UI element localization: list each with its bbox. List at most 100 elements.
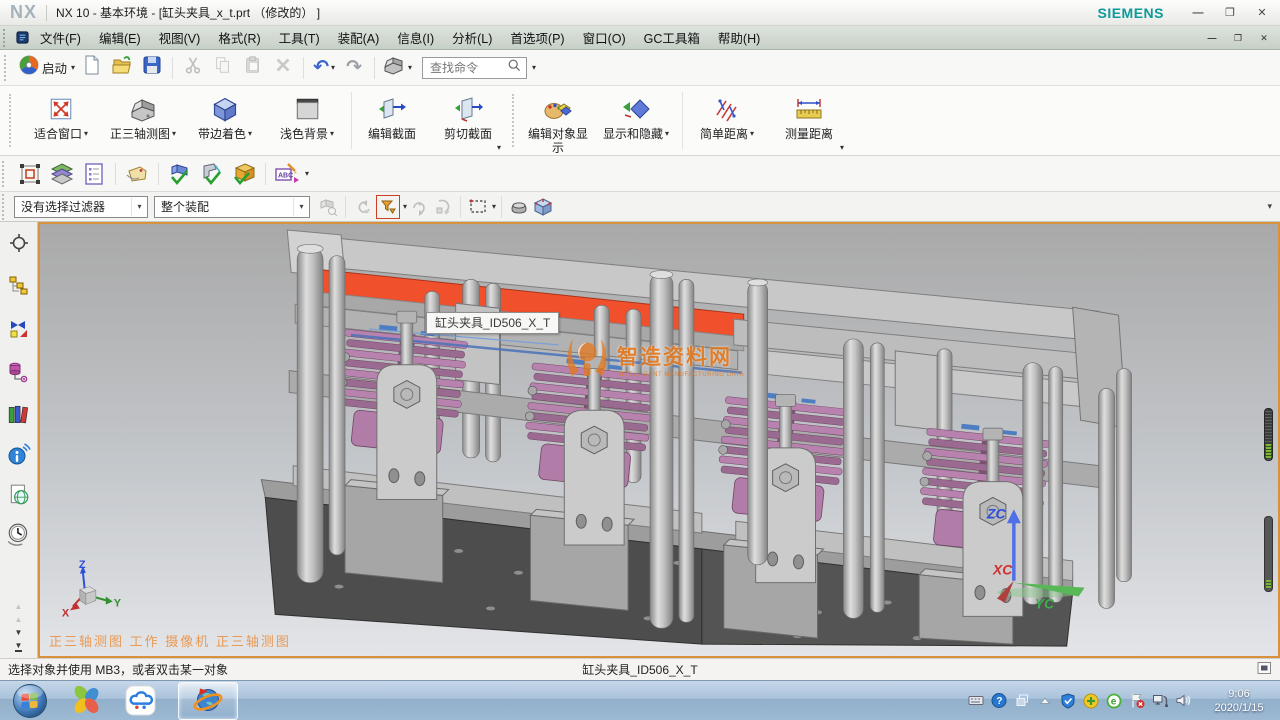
hd3d-info-icon[interactable] bbox=[6, 442, 32, 468]
snap-point-button[interactable] bbox=[17, 161, 43, 187]
web-browser-icon[interactable] bbox=[6, 482, 32, 508]
menu-item-gc-toolbox[interactable]: GC工具箱 bbox=[635, 25, 709, 50]
part-navigator-icon[interactable] bbox=[6, 359, 32, 385]
light-background-button[interactable]: 浅色背景 bbox=[266, 86, 348, 155]
select-in-assembly-button[interactable] bbox=[317, 196, 339, 218]
shaded-with-edges-button[interactable]: 带边着色 bbox=[184, 86, 266, 155]
menu-item-assemblies[interactable]: 装配(A) bbox=[329, 25, 389, 50]
rotate-filter-button[interactable] bbox=[408, 196, 430, 218]
window-tile-icon[interactable] bbox=[1257, 661, 1272, 678]
open-file-button[interactable] bbox=[109, 54, 135, 82]
toolbar-grip[interactable] bbox=[2, 194, 8, 220]
pick-filter-button[interactable] bbox=[432, 196, 454, 218]
work-section-cube-button[interactable] bbox=[532, 196, 554, 218]
close-button[interactable] bbox=[1254, 5, 1270, 21]
reuse-library-icon[interactable] bbox=[6, 402, 32, 428]
simple-distance-button[interactable]: 简单距离 bbox=[686, 86, 768, 155]
save-button[interactable] bbox=[139, 54, 165, 82]
verify-angle-button[interactable] bbox=[199, 161, 225, 187]
menu-item-file[interactable]: 文件(F) bbox=[31, 25, 90, 50]
antivirus-icon[interactable] bbox=[1083, 693, 1099, 709]
start-button[interactable]: 启动 bbox=[18, 54, 75, 82]
toolbar-grip[interactable] bbox=[9, 94, 15, 147]
search-input[interactable] bbox=[428, 60, 506, 76]
restore-button[interactable] bbox=[1222, 5, 1238, 21]
assembly-navigator-icon[interactable] bbox=[6, 273, 32, 299]
menu-item-window[interactable]: 窗口(O) bbox=[574, 25, 635, 50]
delete-button[interactable] bbox=[270, 54, 296, 82]
toolbar-grip[interactable] bbox=[4, 55, 10, 81]
toolbar-grip[interactable] bbox=[2, 161, 8, 187]
toolbar-grip[interactable] bbox=[512, 94, 518, 147]
scroll-bottom-icon[interactable]: ▼ bbox=[15, 642, 23, 652]
pinned-app-netdisk[interactable] bbox=[125, 685, 156, 716]
menu-item-edit[interactable]: 编辑(E) bbox=[90, 25, 150, 50]
edit-section-button[interactable]: 编辑截面 bbox=[355, 86, 429, 155]
toolbar-grip[interactable] bbox=[3, 29, 9, 47]
clip-section-button[interactable]: 剪切截面 bbox=[429, 86, 507, 155]
filter-add-button[interactable] bbox=[376, 195, 400, 219]
start-button[interactable] bbox=[12, 683, 48, 719]
selection-filter-dropdown[interactable]: 没有选择过滤器 bbox=[14, 196, 148, 218]
chevron-down-icon[interactable] bbox=[403, 202, 407, 211]
menu-item-analysis[interactable]: 分析(L) bbox=[443, 25, 501, 50]
menu-item-view[interactable]: 视图(V) bbox=[150, 25, 210, 50]
previous-filter-button[interactable] bbox=[352, 196, 374, 218]
render-style-button[interactable] bbox=[508, 196, 530, 218]
undo-button[interactable]: ↶ bbox=[311, 54, 337, 82]
graphics-window[interactable]: ZC XC YC Z Y X 缸头夹具_ID506_X_T bbox=[38, 222, 1280, 658]
chevron-down-icon[interactable] bbox=[305, 169, 309, 178]
edit-object-display-button[interactable]: 编辑对象显 示 bbox=[523, 86, 593, 155]
taskbar-nx-app-button[interactable] bbox=[178, 682, 238, 720]
marquee-select-button[interactable] bbox=[467, 196, 489, 218]
layer-settings-button[interactable] bbox=[81, 161, 107, 187]
paste-button[interactable] bbox=[240, 54, 266, 82]
browser-tray-icon[interactable]: e bbox=[1106, 693, 1122, 709]
cut-button[interactable] bbox=[180, 54, 206, 82]
minimize-button[interactable] bbox=[1190, 5, 1206, 21]
action-center-icon[interactable] bbox=[1129, 693, 1145, 709]
mdi-minimize-button[interactable] bbox=[1204, 30, 1220, 46]
isometric-view-button[interactable]: 正三轴测图 bbox=[102, 86, 184, 155]
verify-cube-button[interactable] bbox=[231, 161, 257, 187]
window-switch-icon[interactable] bbox=[1014, 693, 1030, 709]
menu-item-format[interactable]: 格式(R) bbox=[209, 25, 269, 50]
network-icon[interactable] bbox=[1152, 693, 1168, 709]
copy-button[interactable] bbox=[210, 54, 236, 82]
menu-item-tools[interactable]: 工具(T) bbox=[270, 25, 329, 50]
selection-scope-dropdown[interactable]: 整个装配 bbox=[154, 196, 310, 218]
menu-item-information[interactable]: 信息(I) bbox=[388, 25, 443, 50]
roles-gear-icon[interactable] bbox=[6, 230, 32, 256]
toolbar-overflow-button[interactable] bbox=[1267, 201, 1272, 212]
taskbar-clock[interactable]: 9:06 2020/1/15 bbox=[1206, 687, 1272, 715]
menu-item-help[interactable]: 帮助(H) bbox=[709, 25, 769, 50]
history-icon[interactable] bbox=[6, 522, 32, 548]
mdi-close-button[interactable] bbox=[1256, 30, 1272, 46]
chevron-down-icon[interactable] bbox=[532, 63, 536, 72]
view-orient-button[interactable] bbox=[382, 54, 412, 82]
new-file-button[interactable] bbox=[79, 54, 105, 82]
viewport-slider[interactable] bbox=[1264, 516, 1273, 592]
security-shield-icon[interactable] bbox=[1060, 693, 1076, 709]
help-tray-icon[interactable]: ? bbox=[991, 693, 1007, 709]
model-canvas[interactable]: ZC XC YC Z Y X bbox=[40, 224, 1278, 656]
annotation-edit-button[interactable]: ABC bbox=[274, 161, 300, 187]
input-method-icon[interactable] bbox=[968, 693, 984, 709]
layer-visible-button[interactable] bbox=[49, 161, 75, 187]
pinned-app-pinwheel[interactable] bbox=[70, 684, 103, 717]
measure-distance-button[interactable]: 测量距离 bbox=[768, 86, 850, 155]
constraint-navigator-icon[interactable] bbox=[6, 316, 32, 342]
verify-block-button[interactable] bbox=[167, 161, 193, 187]
chevron-down-icon[interactable] bbox=[492, 202, 496, 211]
command-search[interactable] bbox=[422, 57, 527, 79]
show-hide-button[interactable]: 显示和隐藏 bbox=[593, 86, 679, 155]
menu-item-preferences[interactable]: 首选项(P) bbox=[501, 25, 573, 50]
tray-expand-icon[interactable] bbox=[1037, 693, 1053, 709]
viewport-slider[interactable] bbox=[1264, 408, 1273, 461]
mdi-restore-button[interactable] bbox=[1230, 30, 1246, 46]
scroll-down-icon[interactable]: ▼ bbox=[15, 629, 23, 637]
fit-window-button[interactable]: 适合窗口 bbox=[20, 86, 102, 155]
redo-button[interactable]: ↷ bbox=[341, 54, 367, 82]
tag-note-button[interactable] bbox=[124, 161, 150, 187]
volume-icon[interactable] bbox=[1175, 693, 1191, 709]
